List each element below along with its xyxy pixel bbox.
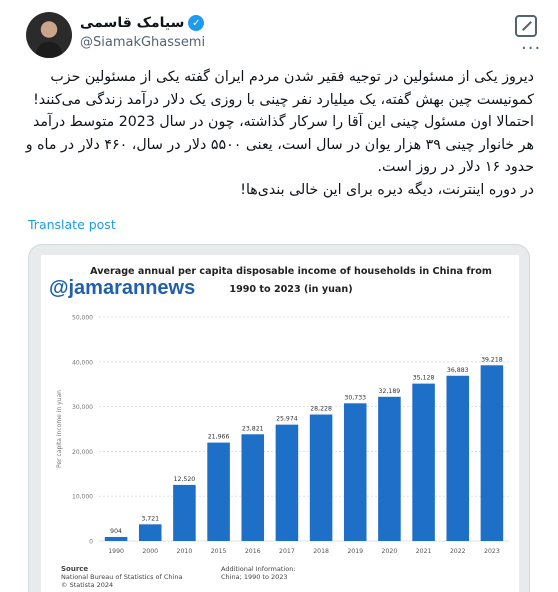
bar bbox=[275, 424, 299, 541]
bar bbox=[207, 442, 230, 541]
more-options-icon[interactable]: ··· bbox=[521, 38, 541, 59]
x-tick-label: 2017 bbox=[279, 548, 295, 555]
tweet-paragraph: در دوره اینترنت، دیگه دیره برای این خالی… bbox=[240, 181, 534, 198]
data-label: 12,520 bbox=[174, 476, 196, 483]
x-tick-label: 2010 bbox=[177, 548, 193, 555]
bar bbox=[173, 484, 196, 541]
data-label: 21,966 bbox=[208, 434, 230, 441]
tweet-paragraph: احتمالا اون مسئول چینی این آقا را سرکار … bbox=[25, 114, 534, 175]
data-label: 35,128 bbox=[413, 375, 435, 382]
x-tick-label: 2018 bbox=[313, 548, 329, 555]
data-label: 25,974 bbox=[276, 416, 298, 423]
author-handle[interactable]: @SiamakGhassemi bbox=[80, 35, 205, 50]
tweet-post: سیامک قاسمی ✓ @SiamakGhassemi ··· دیروز … bbox=[0, 0, 558, 592]
data-label: 36,883 bbox=[447, 367, 469, 374]
bar bbox=[138, 524, 162, 541]
data-label: 32,189 bbox=[379, 388, 401, 395]
watermark-text: @jamarannews bbox=[47, 277, 198, 300]
bar bbox=[309, 414, 333, 541]
additional-text: China; 1990 to 2023 bbox=[221, 573, 288, 581]
data-label: 3,721 bbox=[141, 515, 159, 522]
chart-panel: Average annual per capita disposable inc… bbox=[41, 255, 519, 592]
author-name-row: سیامک قاسمی ✓ bbox=[80, 15, 205, 31]
x-tick-label: 1990 bbox=[108, 548, 124, 555]
verified-badge-icon: ✓ bbox=[188, 15, 205, 31]
author-name[interactable]: سیامک قاسمی bbox=[80, 15, 184, 31]
x-tick-label: 2000 bbox=[142, 548, 158, 555]
translate-post-link[interactable]: Translate post bbox=[28, 217, 116, 232]
bar bbox=[104, 536, 128, 541]
chart-source: Source National Bureau of Statistics of … bbox=[61, 565, 182, 589]
tweet-text: دیروز یکی از مسئولین در توجیه فقیر شدن م… bbox=[24, 66, 534, 201]
y-tick-label: 10,000 bbox=[72, 494, 93, 501]
bar bbox=[412, 383, 435, 541]
x-tick-label: 2019 bbox=[347, 548, 363, 555]
bar bbox=[241, 434, 265, 541]
data-label: 23,821 bbox=[242, 425, 264, 432]
source-text: National Bureau of Statistics of China bbox=[61, 573, 183, 581]
x-tick-label: 2020 bbox=[382, 548, 398, 555]
x-tick-label: 2021 bbox=[416, 548, 432, 555]
y-axis-label: Per capita income in yuan bbox=[56, 390, 63, 468]
bar bbox=[378, 396, 401, 541]
y-tick-label: 0 bbox=[89, 539, 93, 546]
data-label: 30,733 bbox=[344, 394, 366, 401]
source-site: © Statista 2024 bbox=[61, 581, 114, 589]
avatar[interactable] bbox=[26, 12, 72, 58]
chart-additional-info: Additional Information: China; 1990 to 2… bbox=[221, 565, 296, 581]
bar bbox=[343, 403, 367, 541]
data-label: 904 bbox=[110, 528, 122, 535]
x-tick-label: 2023 bbox=[484, 548, 500, 555]
x-tick-label: 2016 bbox=[245, 548, 261, 555]
y-tick-label: 50,000 bbox=[72, 315, 93, 322]
data-label: 39,218 bbox=[481, 356, 503, 363]
y-tick-label: 30,000 bbox=[72, 404, 93, 411]
x-tick-label: 2022 bbox=[450, 548, 466, 555]
source-label: Source bbox=[61, 565, 89, 573]
additional-label: Additional Information: bbox=[221, 565, 296, 573]
bar-chart: 0 10,000 20,000 30,000 40,000 50,000 Per capit… bbox=[56, 315, 509, 555]
tweet-media-image[interactable]: Average annual per capita disposable inc… bbox=[28, 244, 530, 592]
bar bbox=[480, 365, 504, 541]
y-tick-label: 40,000 bbox=[72, 359, 93, 366]
x-tick-label: 2015 bbox=[211, 548, 227, 555]
tweet-paragraph: دیروز یکی از مسئولین در توجیه فقیر شدن م… bbox=[33, 69, 534, 108]
bar bbox=[446, 375, 470, 541]
y-tick-label: 20,000 bbox=[72, 449, 93, 456]
grok-icon[interactable] bbox=[515, 15, 537, 37]
data-label: 28,228 bbox=[310, 406, 332, 413]
